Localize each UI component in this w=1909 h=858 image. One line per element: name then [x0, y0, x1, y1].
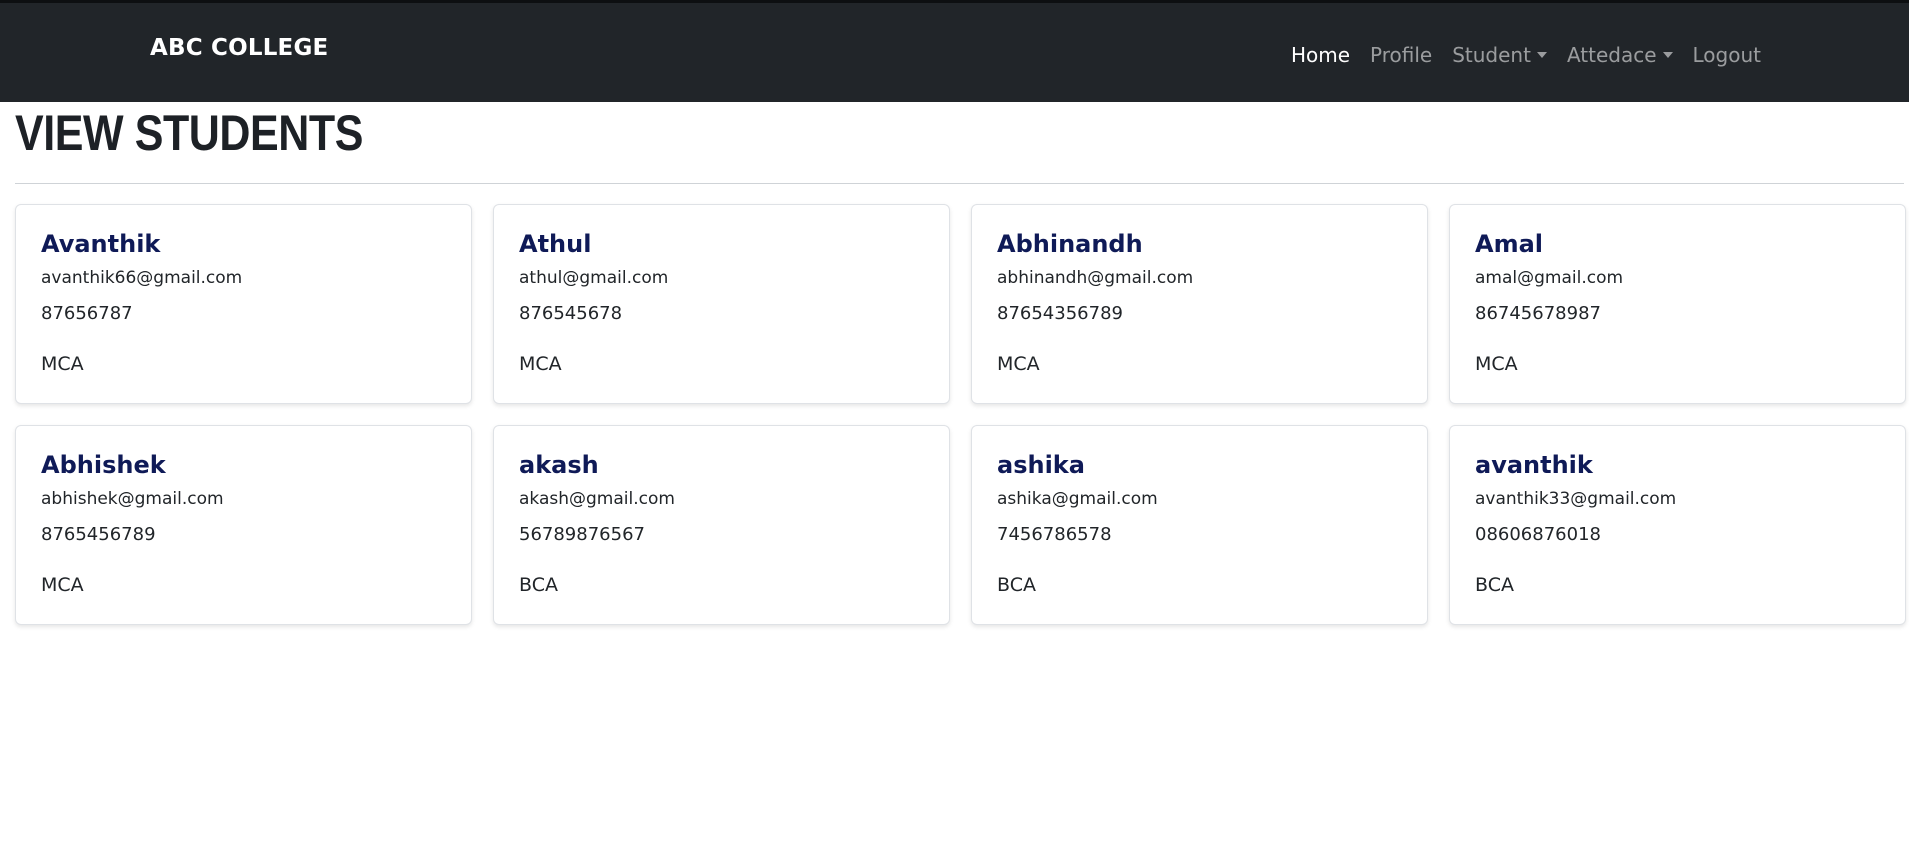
caret-down-icon [1536, 52, 1547, 58]
student-name: Abhinandh [997, 230, 1143, 258]
student-course: MCA [997, 353, 1040, 375]
nav-link-logout-label: Logout [1692, 43, 1761, 67]
student-course: MCA [1475, 353, 1518, 375]
student-card-grid: Avanthik avanthik66@gmail.com 87656787 M… [15, 204, 1906, 625]
student-card: Athul athul@gmail.com 876545678 MCA [493, 204, 950, 404]
student-name: ashika [997, 451, 1085, 479]
nav-link-home-label: Home [1290, 43, 1351, 67]
nav-link-home[interactable]: Home [1291, 43, 1350, 67]
student-name: avanthik [1475, 451, 1593, 479]
student-phone: 7456786578 [997, 524, 1112, 545]
student-name: Avanthik [41, 230, 161, 258]
student-email: athul@gmail.com [519, 268, 669, 288]
nav-dropdown-attendance[interactable]: Attedace [1567, 43, 1673, 67]
student-email: avanthik66@gmail.com [41, 268, 243, 288]
student-email: abhishek@gmail.com [41, 489, 224, 509]
nav-link-profile-label: Profile [1370, 43, 1433, 67]
student-email: ashika@gmail.com [997, 489, 1158, 509]
student-name: Amal [1475, 230, 1544, 258]
student-phone: 56789876567 [519, 524, 645, 545]
student-phone: 876545678 [519, 303, 623, 324]
top-navbar: ABC COLLEGE Home Profile Student Attedac… [0, 0, 1909, 102]
nav-link-logout[interactable]: Logout [1693, 43, 1761, 67]
student-name: Abhishek [41, 451, 166, 479]
student-card: avanthik avanthik33@gmail.com 0860687601… [1449, 425, 1906, 625]
student-email: amal@gmail.com [1475, 268, 1624, 288]
nav-links: Home Profile Student Attedace Logout [1291, 43, 1761, 67]
student-course: MCA [41, 353, 84, 375]
nav-dropdown-student[interactable]: Student [1452, 43, 1547, 67]
student-phone: 86745678987 [1475, 303, 1601, 324]
nav-link-profile[interactable]: Profile [1370, 43, 1432, 67]
title-divider [15, 183, 1904, 184]
student-phone: 87656787 [41, 303, 133, 324]
student-email: abhinandh@gmail.com [997, 268, 1194, 288]
caret-down-icon [1662, 52, 1673, 58]
student-course: BCA [1475, 574, 1514, 596]
student-phone: 08606876018 [1475, 524, 1601, 545]
student-email: avanthik33@gmail.com [1475, 489, 1677, 509]
student-card: Abhinandh abhinandh@gmail.com 8765435678… [971, 204, 1428, 404]
student-card: Abhishek abhishek@gmail.com 8765456789 M… [15, 425, 472, 625]
student-phone: 87654356789 [997, 303, 1123, 324]
student-card: akash akash@gmail.com 56789876567 BCA [493, 425, 950, 625]
student-course: BCA [519, 574, 558, 596]
student-course: MCA [519, 353, 562, 375]
nav-dropdown-attendance-label: Attedace [1566, 43, 1657, 67]
student-card: ashika ashika@gmail.com 7456786578 BCA [971, 425, 1428, 625]
nav-dropdown-student-label: Student [1452, 43, 1531, 67]
student-card: Amal amal@gmail.com 86745678987 MCA [1449, 204, 1906, 404]
student-phone: 8765456789 [41, 524, 156, 545]
student-email: akash@gmail.com [519, 489, 675, 509]
brand-logo-text[interactable]: ABC COLLEGE [150, 35, 328, 61]
student-card: Avanthik avanthik66@gmail.com 87656787 M… [15, 204, 472, 404]
student-name: Athul [519, 230, 592, 258]
student-course: BCA [997, 574, 1036, 596]
page-title: VIEW STUDENTS [15, 105, 363, 161]
student-course: MCA [41, 574, 84, 596]
student-name: akash [519, 451, 599, 479]
